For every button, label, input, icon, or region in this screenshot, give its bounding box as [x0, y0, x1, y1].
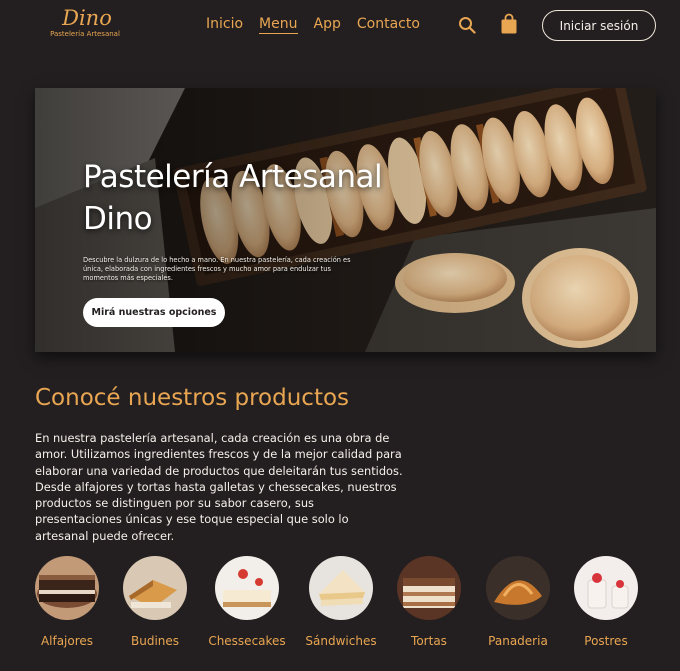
see-options-button[interactable]: Mirá nuestras opciones [83, 298, 225, 327]
nav-link-inicio[interactable]: Inicio [206, 15, 243, 34]
nav-link-app[interactable]: App [314, 15, 341, 34]
category-alfajores[interactable]: Alfajores [22, 556, 112, 649]
category-tortas[interactable]: Tortas [384, 556, 474, 649]
search-icon[interactable] [458, 16, 476, 34]
main-nav: Inicio Menu App Contacto [206, 15, 436, 34]
category-label: Alfajores [40, 634, 94, 648]
site-header: Dino Pastelería Artesanal Inicio Menu Ap… [0, 0, 680, 52]
category-sandwiches[interactable]: Sándwiches [296, 556, 386, 649]
brand-tagline: Pastelería Artesanal [50, 30, 120, 38]
hero-description: Descubre la dulzura de lo hecho a mano. … [83, 256, 351, 283]
category-label: Panaderia [488, 634, 548, 648]
category-label: Sándwiches [305, 634, 377, 648]
category-label: Budines [130, 634, 180, 648]
postres-image [574, 556, 638, 620]
shopping-bag-icon[interactable] [500, 13, 518, 35]
products-heading: Conocé nuestros productos [35, 385, 350, 411]
products-description: En nuestra pastelería artesanal, cada cr… [35, 431, 403, 543]
sandwiches-image [309, 556, 373, 620]
category-postres[interactable]: Postres [561, 556, 651, 649]
alfajores-image [35, 556, 99, 620]
hero-title: Pastelería Artesanal Dino [83, 159, 383, 237]
category-label: Chessecakes [208, 634, 286, 648]
category-panaderia[interactable]: Panaderia [473, 556, 563, 649]
nav-link-menu[interactable]: Menu [259, 15, 298, 34]
category-label: Tortas [411, 634, 447, 648]
category-label: Postres [584, 634, 628, 648]
brand-name: Dino [62, 6, 112, 30]
panaderia-image [486, 556, 550, 620]
product-categories: Alfajores Budines Chessecakes Sándwiches [0, 556, 680, 656]
tortas-image [397, 556, 461, 620]
chessecakes-image [215, 556, 279, 620]
hero-banner: Pastelería Artesanal Dino Descubre la du… [35, 88, 656, 352]
budines-image [123, 556, 187, 620]
brand-logo[interactable]: Dino Pastelería Artesanal [50, 6, 122, 39]
category-chessecakes[interactable]: Chessecakes [202, 556, 292, 649]
category-budines[interactable]: Budines [110, 556, 200, 649]
nav-link-contacto[interactable]: Contacto [357, 15, 420, 34]
login-button[interactable]: Iniciar sesión [542, 10, 656, 41]
